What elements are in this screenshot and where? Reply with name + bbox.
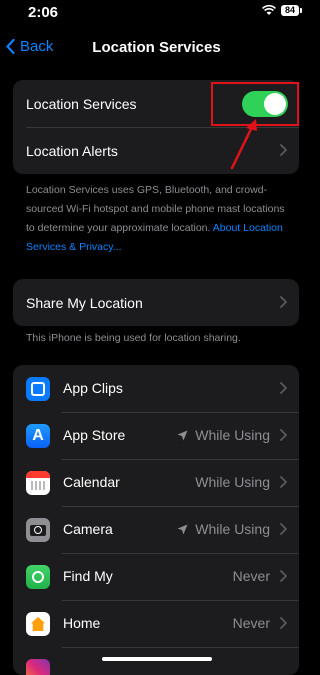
permission-label: While Using: [195, 427, 270, 443]
camera-icon: [26, 518, 50, 542]
share-my-location-label: Share My Location: [26, 294, 143, 311]
location-arrow-icon: [177, 430, 188, 440]
list-item[interactable]: Camera While Using: [13, 506, 299, 553]
list-item[interactable]: Home Never: [13, 600, 299, 647]
share-location-group: Share My Location: [13, 279, 299, 326]
calendar-icon: [26, 471, 50, 495]
location-alerts-label: Location Alerts: [26, 142, 118, 159]
permission-label: Never: [232, 615, 270, 631]
find-my-icon: [26, 565, 50, 589]
location-alerts-row[interactable]: Location Alerts: [13, 127, 299, 174]
app-name: App Store: [63, 427, 126, 443]
chevron-right-icon: [280, 382, 287, 394]
permission-value: While Using: [195, 474, 270, 490]
sharing-footnote: This iPhone is being used for location s…: [26, 332, 241, 344]
chevron-right-icon: [280, 570, 287, 582]
list-item[interactable]: [13, 647, 299, 675]
home-indicator[interactable]: [102, 657, 212, 661]
page-title: Location Services: [92, 39, 221, 56]
list-item[interactable]: App Clips: [13, 365, 299, 412]
status-time: 2:06: [28, 4, 59, 21]
permission-value: While Using: [177, 521, 270, 537]
permission-value: Never: [233, 615, 270, 631]
status-bar: 2:06 84: [0, 0, 313, 26]
permission-label: Never: [232, 568, 270, 584]
app-store-icon: A: [26, 424, 50, 448]
location-services-label: Location Services: [26, 95, 137, 112]
chevron-right-icon: [280, 296, 287, 308]
list-item[interactable]: A App Store While Using: [13, 412, 299, 459]
permission-value: While Using: [177, 427, 270, 443]
app-name: Find My: [63, 568, 113, 584]
home-icon: [26, 612, 50, 636]
list-item[interactable]: Calendar While Using: [13, 459, 299, 506]
battery-indicator: 84: [281, 5, 302, 16]
permission-label: While Using: [195, 521, 270, 537]
permission-label: While Using: [195, 474, 270, 490]
list-item[interactable]: Find My Never: [13, 553, 299, 600]
instagram-icon: [26, 659, 50, 675]
chevron-right-icon: [280, 476, 287, 488]
chevron-right-icon: [280, 429, 287, 441]
app-name: Camera: [63, 521, 113, 537]
app-name: Calendar: [63, 474, 120, 490]
app-list: App Clips A App Store While Using Calend…: [13, 365, 299, 675]
location-arrow-icon: [177, 524, 188, 534]
highlight-box: [211, 82, 299, 126]
location-services-description: Location Services uses GPS, Bluetooth, a…: [26, 181, 288, 257]
app-name: App Clips: [63, 380, 123, 396]
navigation-bar: Back Location Services: [0, 30, 313, 64]
chevron-right-icon: [280, 523, 287, 535]
permission-value: Never: [233, 568, 270, 584]
app-clips-icon: [26, 377, 50, 401]
chevron-right-icon: [280, 617, 287, 629]
chevron-right-icon: [280, 144, 287, 156]
wifi-icon: [262, 5, 276, 15]
app-name: Home: [63, 615, 101, 631]
share-my-location-row[interactable]: Share My Location: [13, 279, 299, 326]
